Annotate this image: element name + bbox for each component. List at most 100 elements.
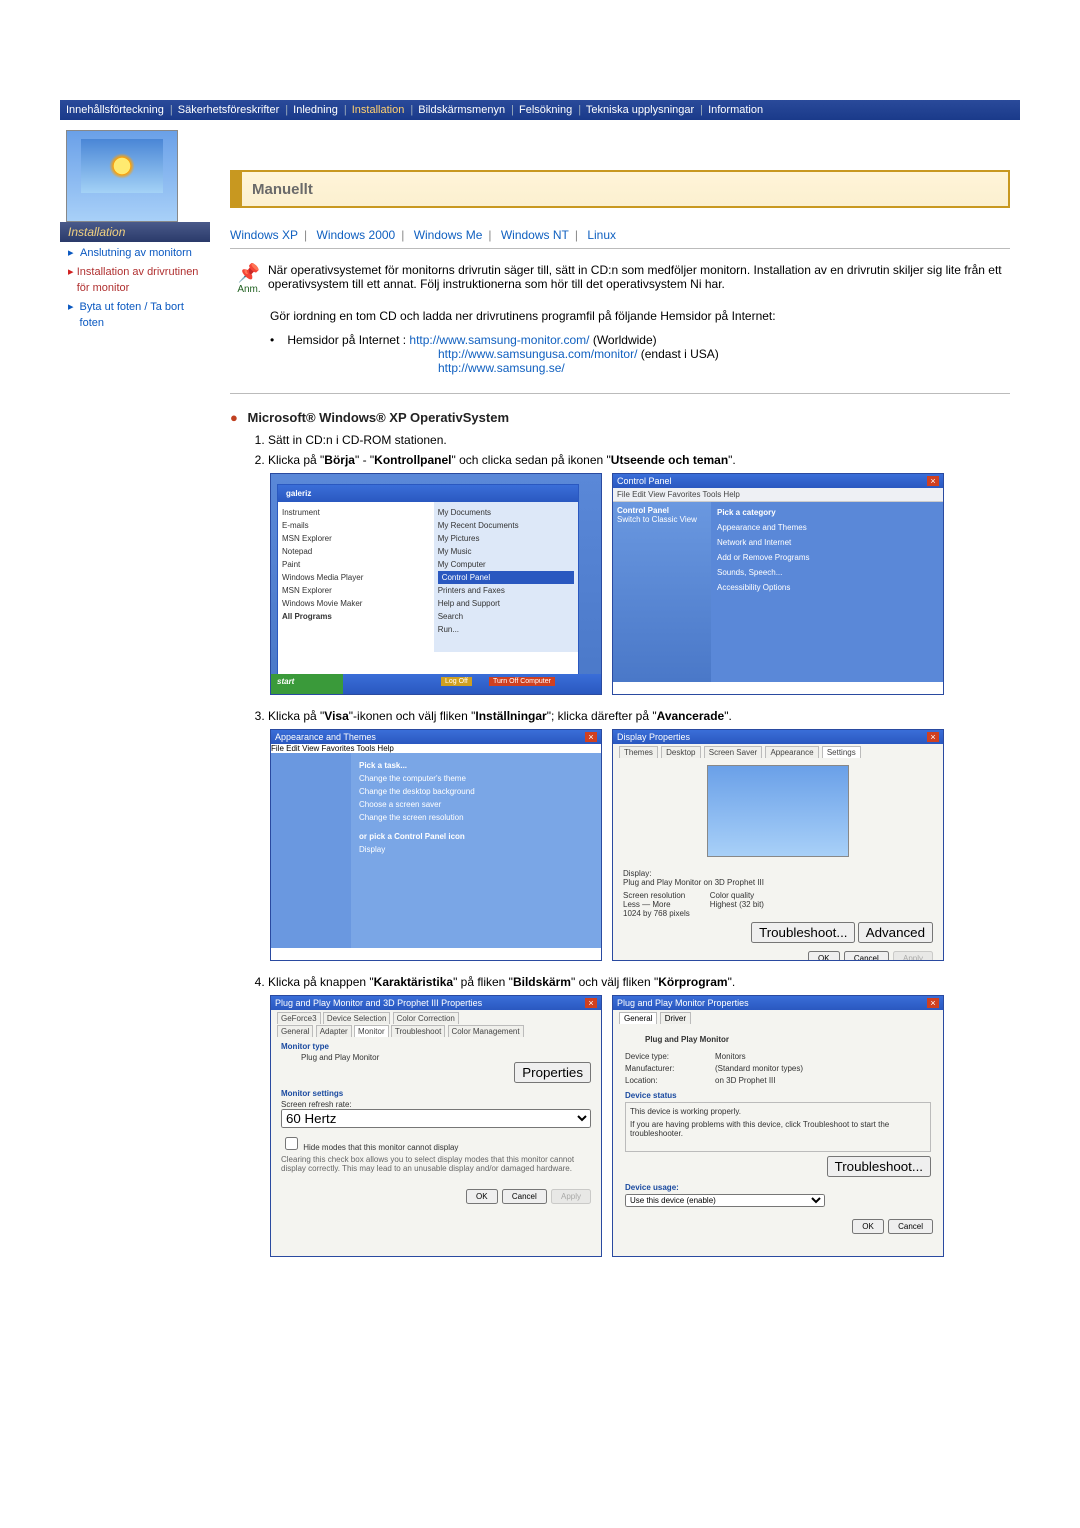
tab: Appearance [765,746,818,758]
nav-item[interactable]: Inledning [293,104,338,116]
step-2: Klicka på "Börja" - "Kontrollpanel" och … [268,453,1010,467]
manufacturer-label: Manufacturer: [625,1064,715,1073]
start-button: start [271,674,343,694]
step-4: Klicka på knappen "Karaktäristika" på fl… [268,975,1010,989]
nav-item[interactable]: Information [708,104,763,116]
start-item: Notepad [282,545,430,558]
start-item: Help and Support [438,597,574,610]
task-link: Change the desktop background [359,787,593,796]
nav-item[interactable]: Tekniska upplysningar [586,104,694,116]
tab: Device Selection [323,1012,391,1024]
hide-modes-note: Clearing this check box allows you to se… [281,1155,591,1173]
note-badge: 📌 Anm. [230,263,268,295]
nav-item-active[interactable]: Installation [352,104,405,116]
url-link[interactable]: http://www.samsung.se/ [438,361,565,375]
monitor-settings-label: Monitor settings [281,1089,591,1098]
screenshot-appearance-themes: Appearance and Themes× File Edit View Fa… [270,729,602,961]
top-nav: Innehållsförteckning| Säkerhetsföreskrif… [60,100,1020,120]
sidebar-link[interactable]: ▸ Byta ut foten / Ta bort foten [68,300,206,331]
steps-list: Sätt in CD:n i CD-ROM stationen. Klicka … [248,433,1010,467]
banner-title: Manuellt [252,181,313,198]
os-link[interactable]: Windows NT [501,228,569,242]
window-title: Plug and Play Monitor and 3D Prophet III… [275,998,482,1008]
arrow-icon: ▸ [68,300,80,331]
properties-button: Properties [514,1062,591,1083]
apply-button: Apply [893,951,933,961]
or-pick-label: or pick a Control Panel icon [359,832,593,841]
task-link: Change the screen resolution [359,813,593,822]
window-menu: File Edit View Favorites Tools Help [613,488,943,502]
screenshot-pnp-monitor-properties: Plug and Play Monitor Properties× Genera… [612,995,944,1257]
device-status-help: If you are having problems with this dev… [630,1120,926,1138]
screenshot-row-3: Plug and Play Monitor and 3D Prophet III… [270,995,1010,1257]
close-icon: × [585,732,597,742]
screenshot-row-2: Appearance and Themes× File Edit View Fa… [270,729,1010,961]
sidebar-link-label[interactable]: Installation av drivrutinen för monitor [77,265,206,296]
device-status-text: This device is working properly. [630,1107,926,1116]
main-content: Manuellt Windows XP| Windows 2000| Windo… [210,120,1020,1271]
nav-item[interactable]: Innehållsförteckning [66,104,164,116]
section-banner: Manuellt [230,170,1010,208]
cancel-button: Cancel [502,1189,547,1204]
close-icon: × [927,732,939,742]
sidebar-link[interactable]: ▸ Anslutning av monitorn [68,246,206,261]
res-more: More [652,900,670,909]
tab: Color Correction [393,1012,459,1024]
device-usage-title: Device usage: [625,1183,931,1192]
tab: Themes [619,746,658,758]
arrow-icon: ▸ [68,246,80,261]
url-link[interactable]: http://www.samsung-monitor.com/ [409,333,589,347]
start-item: Windows Movie Maker [282,597,430,610]
url-suffix: (endast i USA) [641,347,719,361]
cp-side-title: Control Panel [617,506,707,515]
monitor-type-value: Plug and Play Monitor [301,1053,591,1062]
internet-line: • Hemsidor på Internet : http://www.sams… [270,333,1010,347]
start-item: MSN Explorer [282,532,430,545]
nav-item[interactable]: Bildskärmsmenyn [418,104,505,116]
start-item: My Recent Documents [438,519,574,532]
close-icon: × [927,476,939,486]
hide-modes-label: Hide modes that this monitor cannot disp… [303,1143,458,1152]
res-less: Less [623,900,640,909]
sidebar-link-active[interactable]: ▸ Installation av drivrutinen för monito… [68,265,206,296]
os-link[interactable]: Windows Me [414,228,483,242]
start-item: My Documents [438,506,574,519]
device-name: Plug and Play Monitor [645,1035,931,1044]
nav-item[interactable]: Felsökning [519,104,572,116]
divider [230,248,1010,249]
nav-item[interactable]: Säkerhetsföreskrifter [178,104,279,116]
os-link[interactable]: Linux [587,228,616,242]
monitor-preview [707,765,849,857]
start-item: Instrument [282,506,430,519]
window-title: Display Properties [617,732,690,742]
window-title: Control Panel [617,476,672,486]
sidebar-link-label[interactable]: Anslutning av monitorn [80,246,192,261]
tab: Screen Saver [704,746,762,758]
cp-side-item: Switch to Classic View [617,515,707,524]
cp-category: Appearance and Themes [717,523,937,532]
os-link[interactable]: Windows 2000 [317,228,396,242]
arrow-icon: ▸ [68,265,77,296]
tab: Adapter [316,1025,352,1037]
start-item: Printers and Faxes [438,584,574,597]
display-value: Plug and Play Monitor on 3D Prophet III [623,878,933,887]
sidebar: Installation ▸ Anslutning av monitorn ▸ … [60,120,210,1271]
color-value: Highest (32 bit) [710,900,764,909]
start-item: E-mails [282,519,430,532]
start-item: MSN Explorer [282,584,430,597]
url-link[interactable]: http://www.samsungusa.com/monitor/ [438,347,637,361]
refresh-select: 60 Hertz [281,1109,591,1128]
os-link[interactable]: Windows XP [230,228,298,242]
sidebar-link-label[interactable]: Byta ut foten / Ta bort foten [80,300,206,331]
tab-active: Monitor [354,1025,389,1037]
ok-button: OK [852,1219,884,1234]
screenshot-start-menu: galeriz Instrument E-mails MSN Explorer … [270,473,602,695]
bullet-icon: ● [230,410,238,425]
intro-paragraph: Gör iordning en tom CD och ladda ner dri… [270,309,1010,323]
refresh-label: Screen refresh rate: [281,1100,591,1109]
troubleshoot-button: Troubleshoot... [751,922,855,943]
os-links: Windows XP| Windows 2000| Windows Me| Wi… [230,228,1010,242]
internet-prefix: Hemsidor på Internet : [287,333,409,347]
start-item: Paint [282,558,430,571]
screenshot-row-1: galeriz Instrument E-mails MSN Explorer … [270,473,1010,695]
